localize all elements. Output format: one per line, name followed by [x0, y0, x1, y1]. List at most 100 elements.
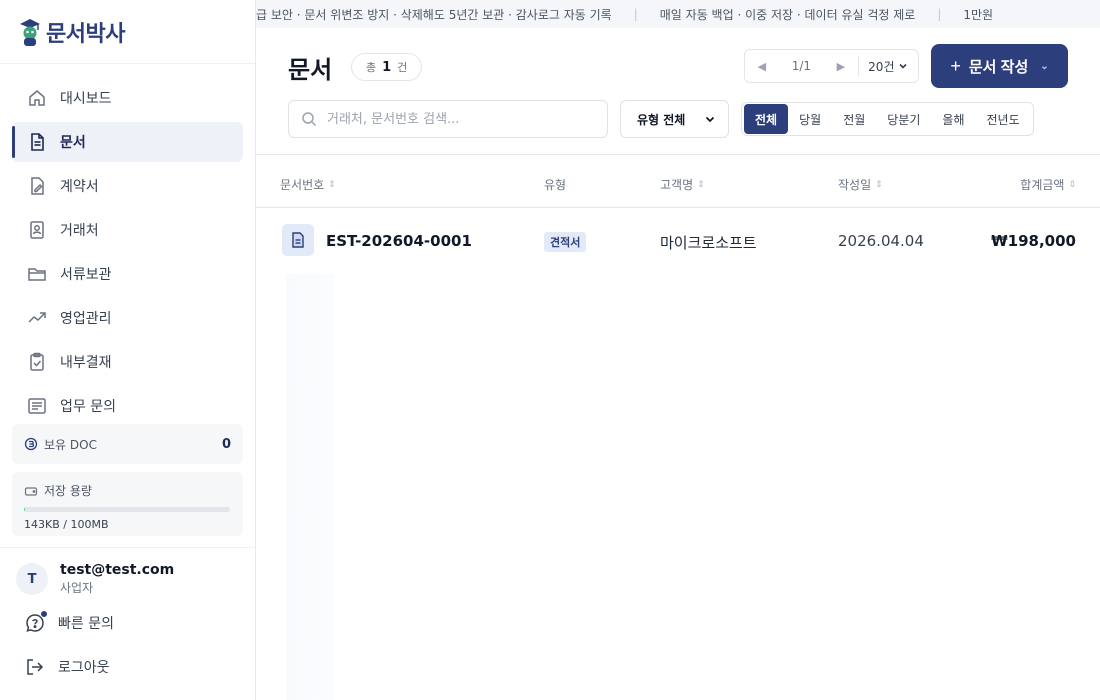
logout-button[interactable]: 로그아웃 — [24, 656, 110, 678]
sidebar-item-approval[interactable]: 내부결재 — [12, 342, 243, 382]
table-header: 문서번호 ⇕ 유형 고객명 ⇕ 작성일 ⇕ 합계금액 ⇕ — [256, 160, 1100, 206]
column-date[interactable]: 작성일 ⇕ — [838, 176, 883, 193]
doc-balance-label: 보유 DOC — [44, 437, 97, 452]
sidebar-item-documents[interactable]: 문서 — [12, 122, 243, 162]
user-role: 사업자 — [60, 581, 94, 595]
quick-inquiry-label: 빠른 문의 — [58, 616, 114, 632]
type-filter-select[interactable]: 유형 전체 — [620, 100, 729, 138]
search-icon — [302, 112, 317, 127]
ticker-item: 급 보안 · 문서 위변조 방지 · 삭제해도 5년간 보관 · 감사로그 자동… — [256, 7, 612, 22]
sidebar-item-archive[interactable]: 서류보관 — [12, 254, 243, 294]
period-last-month[interactable]: 전월 — [832, 104, 876, 134]
row-amount: ₩198,000 — [991, 232, 1076, 250]
count-value: 1 — [382, 59, 392, 75]
help-chat-icon — [24, 610, 48, 634]
sidebar-item-contracts[interactable]: 계약서 — [12, 166, 243, 206]
logo-text: 문서박사 — [46, 22, 125, 47]
sidebar-item-label: 문서 — [60, 135, 86, 151]
logo[interactable]: 문서박사 — [18, 14, 125, 50]
quick-inquiry-button[interactable]: 빠른 문의 — [24, 610, 114, 634]
count-prefix: 총 — [366, 61, 377, 74]
column-type: 유형 — [544, 176, 566, 193]
sidebar-item-label: 영업관리 — [60, 311, 112, 327]
contract-icon — [26, 175, 48, 197]
sidebar-item-label: 계약서 — [60, 179, 99, 195]
sort-icon: ⇕ — [697, 179, 705, 190]
column-label: 고객명 — [660, 178, 694, 192]
user-email: test@test.com — [60, 562, 175, 578]
plus-icon: + — [950, 55, 961, 76]
prev-page-icon[interactable]: ◀ — [745, 60, 779, 73]
document-count-badge: 총 1 건 — [351, 53, 423, 81]
create-document-button[interactable]: + 문서 작성 ⌄ — [931, 44, 1068, 88]
row-customer: 마이크로소프트 — [660, 234, 757, 252]
hard-drive-icon — [24, 484, 38, 498]
ticker-item: 1만원 — [963, 7, 994, 22]
ticker-item: 매일 자동 백업 · 이중 저장 · 데이터 유실 걱정 제로 — [659, 7, 916, 22]
document-icon — [26, 131, 48, 153]
period-all[interactable]: 전체 — [744, 104, 789, 134]
logo-doctor-icon — [18, 17, 42, 47]
column-label: 합계금액 — [1020, 178, 1065, 192]
storage-progress-fill — [24, 507, 26, 512]
logout-label: 로그아웃 — [58, 660, 110, 676]
storage-usage: 저장 용량 143KB / 100MB — [12, 472, 243, 536]
column-customer[interactable]: 고객명 ⇕ — [660, 176, 705, 193]
announcement-ticker: 급 보안 · 문서 위변조 방지 · 삭제해도 5년간 보관 · 감사로그 자동… — [256, 0, 1100, 28]
sidebar-item-label: 대시보드 — [60, 91, 112, 107]
sort-icon: ⇕ — [875, 179, 883, 190]
page-title: 문서 — [288, 56, 333, 84]
period-this-quarter[interactable]: 당분기 — [876, 104, 931, 134]
divider — [256, 154, 1100, 155]
sidebar: 문서박사 대시보드 문서 계약서 거래처 서류보관 영업관리 내부결재 업무 문… — [0, 0, 256, 700]
count-suffix: 건 — [397, 61, 408, 74]
ticker-separator: | — [937, 7, 942, 21]
document-icon — [282, 224, 314, 256]
page-size-value: 20건 — [868, 59, 895, 74]
storage-header: 저장 용량 — [24, 482, 231, 499]
period-last-year[interactable]: 전년도 — [976, 104, 1031, 134]
row-date: 2026.04.04 — [838, 232, 924, 250]
search-input[interactable] — [327, 111, 587, 127]
sidebar-nav: 대시보드 문서 계약서 거래처 서류보관 영업관리 내부결재 업무 문의 — [12, 78, 243, 430]
chevron-down-icon — [899, 63, 908, 69]
next-page-icon[interactable]: ▶ — [824, 60, 858, 73]
column-label: 작성일 — [838, 178, 872, 192]
user-info: test@test.com 사업자 — [60, 562, 174, 596]
page-size-select[interactable]: 20건 — [859, 58, 918, 75]
table-row[interactable]: EST-202604-0001 견적서 마이크로소프트 2026.04.04 ₩… — [256, 208, 1100, 274]
trend-icon — [26, 307, 48, 329]
chevron-down-icon — [705, 116, 715, 123]
sidebar-item-label: 내부결재 — [60, 355, 112, 371]
sidebar-item-inquiry[interactable]: 업무 문의 — [12, 386, 243, 426]
user-profile[interactable]: T test@test.com 사업자 — [16, 562, 174, 596]
row-type-badge: 견적서 — [544, 232, 587, 252]
chevron-down-icon: ⌄ — [1040, 60, 1049, 72]
period-this-year[interactable]: 올해 — [931, 104, 975, 134]
row-doc-no: EST-202604-0001 — [326, 232, 472, 250]
search-box — [288, 100, 608, 138]
period-this-month[interactable]: 당월 — [788, 104, 832, 134]
create-document-label: 문서 작성 — [968, 58, 1029, 76]
column-doc-no[interactable]: 문서번호 ⇕ — [280, 176, 336, 193]
column-label: 문서번호 — [280, 178, 325, 192]
sidebar-item-clients[interactable]: 거래처 — [12, 210, 243, 250]
contact-icon — [26, 219, 48, 241]
divider — [0, 63, 255, 64]
folder-icon — [26, 263, 48, 285]
sidebar-item-sales[interactable]: 영업관리 — [12, 298, 243, 338]
column-amount[interactable]: 합계금액 ⇕ — [1020, 176, 1076, 193]
notification-dot — [40, 610, 48, 618]
type-filter-value: 유형 전체 — [637, 112, 686, 127]
sidebar-item-dashboard[interactable]: 대시보드 — [12, 78, 243, 118]
pagination: ◀ 1/1 ▶ 20건 — [744, 49, 919, 83]
sidebar-item-label: 거래처 — [60, 223, 99, 239]
main-content: 급 보안 · 문서 위변조 방지 · 삭제해도 5년간 보관 · 감사로그 자동… — [256, 0, 1100, 700]
sidebar-item-label: 서류보관 — [60, 267, 112, 283]
coin-icon — [24, 437, 38, 451]
period-filter: 전체 당월 전월 당분기 올해 전년도 — [741, 102, 1034, 136]
clipboard-check-icon — [26, 351, 48, 373]
sort-icon: ⇕ — [1068, 179, 1076, 190]
home-icon — [26, 87, 48, 109]
sidebar-item-label: 업무 문의 — [60, 399, 116, 415]
